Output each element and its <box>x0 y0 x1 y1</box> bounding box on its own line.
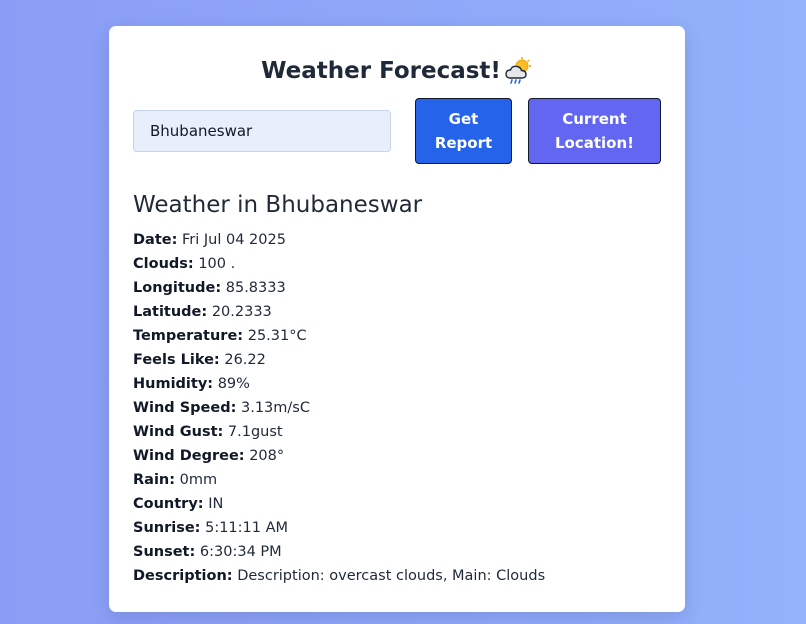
detail-label: Rain: <box>133 472 176 488</box>
detail-value: Fri Jul 04 2025 <box>182 232 286 248</box>
detail-label: Longitude: <box>133 280 222 296</box>
detail-label: Wind Degree: <box>133 448 245 464</box>
detail-latitude: Latitude: 20.2333 <box>133 300 673 324</box>
detail-wind-speed: Wind Speed: 3.13m/sC <box>133 396 673 420</box>
report-heading: Weather in Bhubaneswar <box>133 192 423 218</box>
detail-temperature: Temperature: 25.31°C <box>133 324 673 348</box>
detail-wind-degree: Wind Degree: 208° <box>133 444 673 468</box>
detail-value: 20.2333 <box>211 304 272 320</box>
detail-value: 3.13m/sC <box>241 400 310 416</box>
detail-country: Country: IN <box>133 492 673 516</box>
get-report-button[interactable]: Get Report <box>415 98 512 164</box>
detail-label: Wind Gust: <box>133 424 224 440</box>
detail-wind-gust: Wind Gust: 7.1gust <box>133 420 673 444</box>
detail-label: Feels Like: <box>133 352 220 368</box>
detail-sunrise: Sunrise: 5:11:11 AM <box>133 516 673 540</box>
weather-card: Weather Forecast! Get Report Current Loc… <box>109 26 685 612</box>
detail-label: Description: <box>133 568 233 584</box>
weather-details: Date: Fri Jul 04 2025 Clouds: 100 . Long… <box>133 228 673 588</box>
detail-value: 85.8333 <box>225 280 286 296</box>
detail-value: 89% <box>217 376 250 392</box>
detail-value: IN <box>208 496 224 512</box>
detail-date: Date: Fri Jul 04 2025 <box>133 228 673 252</box>
detail-value: 25.31°C <box>247 328 307 344</box>
detail-clouds: Clouds: 100 . <box>133 252 673 276</box>
detail-label: Latitude: <box>133 304 208 320</box>
detail-value: 26.22 <box>224 352 266 368</box>
detail-sunset: Sunset: 6:30:34 PM <box>133 540 673 564</box>
cloud-sun-rain-icon <box>503 56 533 86</box>
detail-value: 208° <box>249 448 285 464</box>
detail-label: Sunset: <box>133 544 196 560</box>
detail-value: 100 . <box>198 256 236 272</box>
detail-humidity: Humidity: 89% <box>133 372 673 396</box>
detail-value: 7.1gust <box>227 424 283 440</box>
detail-label: Temperature: <box>133 328 244 344</box>
detail-label: Wind Speed: <box>133 400 237 416</box>
detail-label: Country: <box>133 496 204 512</box>
detail-description: Description: Description: overcast cloud… <box>133 564 673 588</box>
detail-value: 5:11:11 AM <box>205 520 289 536</box>
detail-label: Sunrise: <box>133 520 201 536</box>
detail-value: 6:30:34 PM <box>199 544 282 560</box>
detail-rain: Rain: 0mm <box>133 468 673 492</box>
detail-label: Date: <box>133 232 178 248</box>
detail-value: Description: overcast clouds, Main: Clou… <box>237 568 546 584</box>
detail-longitude: Longitude: 85.8333 <box>133 276 673 300</box>
detail-label: Humidity: <box>133 376 214 392</box>
detail-value: 0mm <box>179 472 218 488</box>
page-title: Weather Forecast! <box>109 56 685 86</box>
detail-feels-like: Feels Like: 26.22 <box>133 348 673 372</box>
current-location-button[interactable]: Current Location! <box>528 98 661 164</box>
page-title-text: Weather Forecast! <box>261 58 501 84</box>
city-search-input[interactable] <box>133 110 391 152</box>
detail-label: Clouds: <box>133 256 194 272</box>
